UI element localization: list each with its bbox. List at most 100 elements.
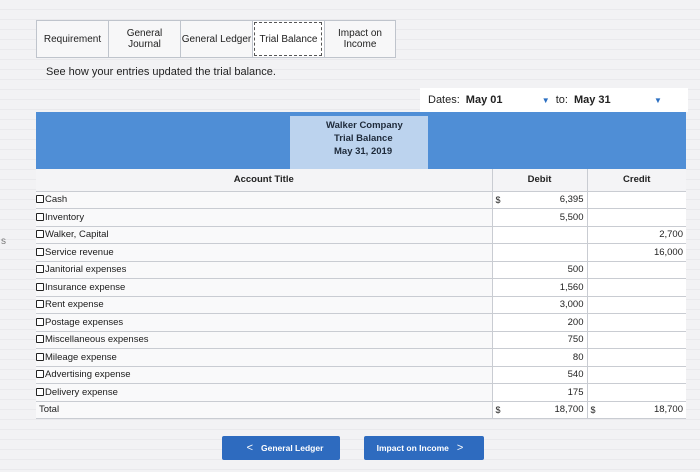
checkbox-icon <box>36 230 44 239</box>
debit-amount[interactable]: 1,560 <box>507 278 587 296</box>
debit-currency-sign <box>491 278 507 296</box>
table-row: Rent expense 3,000 <box>36 295 686 314</box>
header-credit: Credit <box>586 169 686 191</box>
total-debit: 18,700 <box>507 400 587 419</box>
table-row: Service revenue 16,000 <box>36 243 686 261</box>
credit-amount[interactable] <box>601 383 686 401</box>
credit-amount[interactable] <box>601 348 686 366</box>
account-cell[interactable]: Cash <box>36 190 492 209</box>
debit-amount[interactable]: 3,000 <box>507 295 587 314</box>
debit-currency-sign <box>491 348 507 366</box>
account-cell[interactable]: Insurance expense <box>36 278 492 296</box>
table-row: Mileage expense 80 <box>36 348 686 366</box>
credit-currency-sign <box>586 260 601 279</box>
account-name: Advertising expense <box>45 369 131 381</box>
credit-currency-sign <box>586 348 601 366</box>
instruction-text: See how your entries updated the trial b… <box>46 66 276 78</box>
account-name: Delivery expense <box>45 386 118 398</box>
credit-currency-sign <box>586 313 601 331</box>
credit-amount[interactable] <box>601 190 686 209</box>
debit-amount[interactable]: 500 <box>507 260 587 279</box>
edge-text: s <box>1 236 6 247</box>
debit-amount[interactable]: 200 <box>507 313 587 331</box>
table-row: Janitorial expenses 500 <box>36 260 686 279</box>
checkbox-icon <box>36 370 44 379</box>
debit-currency-sign <box>491 313 507 331</box>
account-cell[interactable]: Postage expenses <box>36 313 492 331</box>
account-name: Insurance expense <box>45 281 126 293</box>
credit-currency-sign <box>586 225 601 244</box>
credit-currency-sign <box>586 243 601 261</box>
debit-amount[interactable]: 175 <box>507 383 587 401</box>
credit-amount[interactable] <box>601 365 686 384</box>
tab-impact-on-income[interactable]: Impact on Income <box>324 20 396 58</box>
table-row: Inventory 5,500 <box>36 208 686 226</box>
total-row: Total $18,700 $18,700 <box>36 400 686 419</box>
tab-trial-balance[interactable]: Trial Balance <box>252 20 324 58</box>
account-cell[interactable]: Delivery expense <box>36 383 492 401</box>
debit-currency-sign <box>491 243 507 261</box>
next-impact-on-income-button[interactable]: Impact on Income > <box>364 436 484 460</box>
credit-currency-sign <box>586 278 601 296</box>
trial-balance-table: Account Title Debit Credit Cash $6,395 Inv… <box>36 169 686 419</box>
header-account-title: Account Title <box>36 169 492 191</box>
company-name: Walker Company <box>326 120 403 131</box>
checkbox-icon <box>36 195 44 204</box>
account-cell[interactable]: Mileage expense <box>36 348 492 366</box>
table-row: Insurance expense 1,560 <box>36 278 686 296</box>
account-cell[interactable]: Miscellaneous expenses <box>36 330 492 349</box>
debit-amount[interactable]: 6,395 <box>507 190 587 209</box>
tab-general-ledger[interactable]: General Ledger <box>180 20 252 58</box>
account-cell[interactable]: Rent expense <box>36 295 492 314</box>
credit-amount[interactable] <box>601 330 686 349</box>
debit-amount[interactable] <box>507 243 587 261</box>
debit-amount[interactable]: 80 <box>507 348 587 366</box>
total-debit-currency-sign: $ <box>491 400 507 419</box>
debit-amount[interactable]: 5,500 <box>507 208 587 226</box>
account-cell[interactable]: Janitorial expenses <box>36 260 492 279</box>
credit-amount[interactable] <box>601 208 686 226</box>
credit-amount[interactable]: 16,000 <box>601 243 686 261</box>
credit-amount[interactable] <box>601 313 686 331</box>
debit-amount[interactable]: 540 <box>507 365 587 384</box>
checkbox-icon <box>36 335 44 344</box>
credit-amount[interactable] <box>601 295 686 314</box>
checkbox-icon <box>36 247 44 257</box>
checkbox-icon <box>36 352 44 362</box>
report-title: Trial Balance <box>334 133 393 144</box>
report-header: Walker Company Trial Balance May 31, 201… <box>290 116 428 170</box>
chevron-down-icon[interactable]: ▼ <box>654 96 662 105</box>
checkbox-icon <box>36 265 44 274</box>
date-from-select[interactable]: May 01 <box>466 94 526 106</box>
account-cell[interactable]: Inventory <box>36 208 492 226</box>
dates-to-label: to: <box>555 94 568 106</box>
table-row: Miscellaneous expenses 750 <box>36 330 686 349</box>
next-button-label: Impact on Income <box>376 443 449 453</box>
account-name: Miscellaneous expenses <box>45 334 149 346</box>
date-range: Dates: May 01 ▼ to: May 31 ▼ <box>420 88 688 112</box>
account-name: Janitorial expenses <box>45 264 127 276</box>
tab-general-journal[interactable]: General Journal <box>108 20 180 58</box>
date-to-select[interactable]: May 31 <box>574 94 634 106</box>
credit-amount[interactable] <box>601 260 686 279</box>
checkbox-icon <box>36 300 44 309</box>
debit-amount[interactable] <box>507 225 587 244</box>
dates-label: Dates: <box>428 94 460 106</box>
debit-currency-sign <box>491 225 507 244</box>
credit-amount[interactable]: 2,700 <box>601 225 686 244</box>
table-row: Cash $6,395 <box>36 190 686 209</box>
chevron-down-icon[interactable]: ▼ <box>542 96 550 105</box>
credit-currency-sign <box>586 330 601 349</box>
debit-currency-sign <box>491 295 507 314</box>
account-cell[interactable]: Walker, Capital <box>36 225 492 244</box>
debit-currency-sign <box>491 260 507 279</box>
credit-currency-sign <box>586 190 601 209</box>
prev-general-ledger-button[interactable]: < General Ledger <box>222 436 340 460</box>
chevron-right-icon: > <box>456 442 464 454</box>
credit-amount[interactable] <box>601 278 686 296</box>
checkbox-icon <box>36 212 44 222</box>
account-cell[interactable]: Advertising expense <box>36 365 492 384</box>
debit-amount[interactable]: 750 <box>507 330 587 349</box>
tab-requirement[interactable]: Requirement <box>36 20 108 58</box>
account-cell[interactable]: Service revenue <box>36 243 492 261</box>
